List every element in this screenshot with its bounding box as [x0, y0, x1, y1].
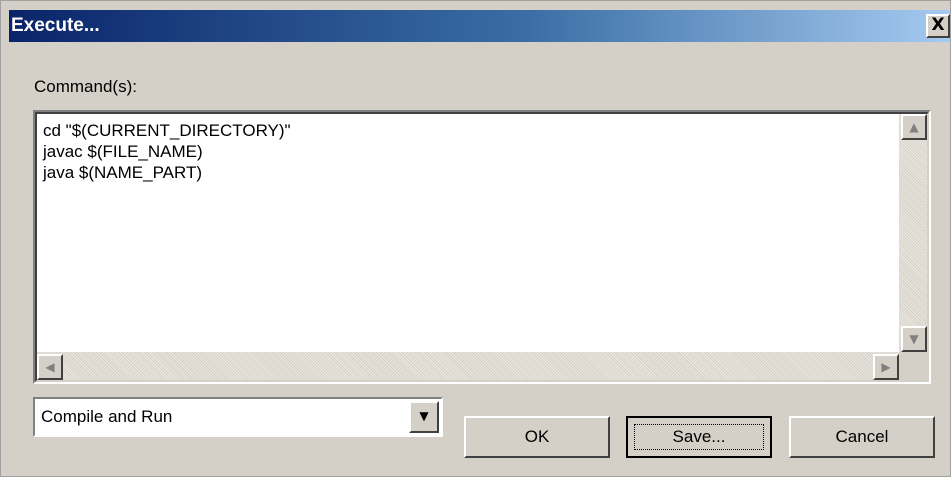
ok-button-label: OK — [524, 427, 550, 446]
ok-button[interactable]: OK — [464, 416, 610, 458]
commands-textarea[interactable]: cd "$(CURRENT_DIRECTORY)" javac $(FILE_N… — [33, 110, 931, 384]
title-bar[interactable]: Execute... X — [9, 10, 950, 42]
close-icon: X — [931, 15, 945, 35]
save-button-label: Save... — [672, 427, 726, 446]
save-button[interactable]: Save... — [626, 416, 772, 458]
dropdown-button[interactable]: ▼ — [409, 401, 439, 433]
scroll-up-button[interactable]: ▲ — [901, 114, 927, 140]
scroll-left-arrow-icon: ◀ — [45, 360, 55, 374]
commands-text[interactable]: cd "$(CURRENT_DIRECTORY)" javac $(FILE_N… — [43, 120, 291, 183]
preset-dropdown[interactable]: Compile and Run ▼ — [33, 397, 443, 437]
preset-selected-value: Compile and Run — [41, 407, 173, 426]
commands-label: Command(s): — [34, 77, 137, 96]
scroll-down-arrow-icon: ▼ — [909, 332, 919, 346]
cancel-button[interactable]: Cancel — [789, 416, 935, 458]
chevron-down-icon: ▼ — [419, 409, 429, 423]
scroll-right-arrow-icon: ▶ — [881, 360, 891, 374]
scroll-left-button[interactable]: ◀ — [37, 354, 63, 380]
vertical-scrollbar[interactable]: ▲ ▼ — [899, 114, 927, 352]
window-title: Execute... — [11, 15, 100, 36]
scroll-down-button[interactable]: ▼ — [901, 326, 927, 352]
horizontal-scrollbar[interactable]: ◀ ▶ — [37, 352, 899, 380]
cancel-button-label: Cancel — [835, 427, 889, 446]
close-button[interactable]: X — [926, 14, 950, 38]
execute-dialog: Execute... X Command(s): cd "$(CURRENT_D… — [0, 0, 951, 477]
scrollbar-corner — [899, 352, 927, 380]
scroll-up-arrow-icon: ▲ — [909, 120, 919, 134]
scroll-right-button[interactable]: ▶ — [873, 354, 899, 380]
